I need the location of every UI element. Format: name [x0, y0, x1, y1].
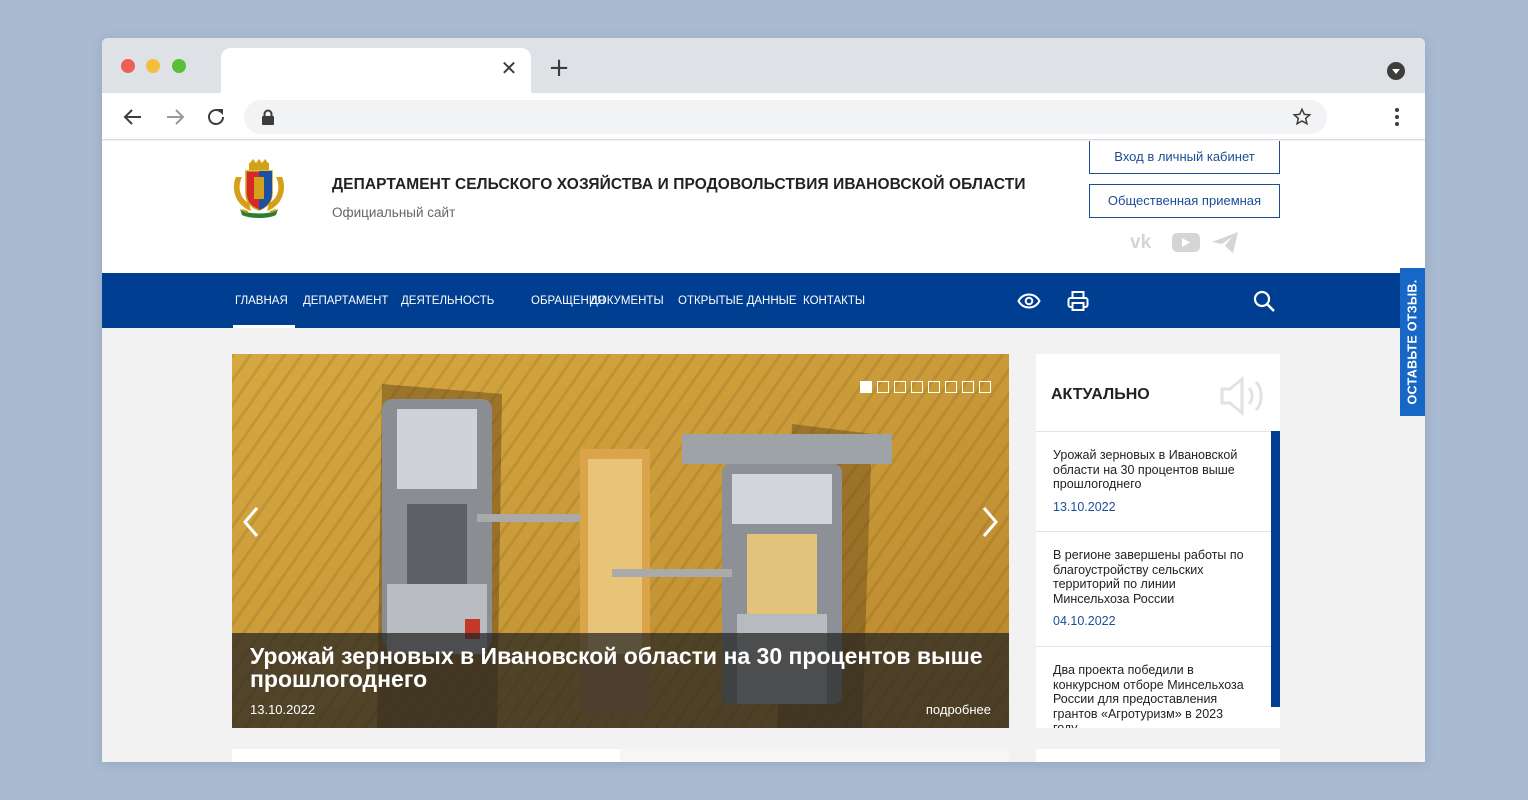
news-title[interactable]: Два проекта победили в конкурсном отборе…: [1053, 663, 1250, 728]
back-arrow-icon[interactable]: [121, 105, 145, 129]
list-item[interactable]: В регионе завершены работы по благоустро…: [1036, 531, 1280, 646]
list-item[interactable]: Два проекта победили в конкурсном отборе…: [1036, 646, 1280, 728]
reload-icon[interactable]: [204, 105, 228, 129]
slider-pager-dot[interactable]: [979, 381, 991, 393]
slider-pager-dot[interactable]: [911, 381, 923, 393]
news-slider[interactable]: Урожай зерновых в Ивановской области на …: [232, 354, 1009, 728]
slider-pager-dot[interactable]: [962, 381, 974, 393]
topical-news-panel: АКТУАЛЬНО Урожай зерновых в Ивановской о…: [1036, 354, 1280, 728]
news-date: 13.10.2022: [1053, 499, 1116, 514]
bookmark-star-icon[interactable]: [1292, 107, 1312, 127]
tab-strip: ✕ +: [102, 38, 1425, 93]
new-tab-button[interactable]: +: [548, 55, 570, 81]
social-links: vk: [1130, 232, 1238, 253]
site-subtitle: Официальный сайт: [332, 205, 456, 220]
site-title: ДЕПАРТАМЕНТ СЕЛЬСКОГО ХОЗЯЙСТВА И ПРОДОВ…: [332, 176, 1026, 193]
nav-item-activity[interactable]: ДЕЯТЕЛЬНОСТЬ: [401, 273, 494, 328]
news-date: 04.10.2022: [1053, 614, 1116, 628]
profile-chevron-icon[interactable]: [1387, 62, 1405, 80]
topical-news-heading: АКТУАЛЬНО: [1051, 386, 1150, 403]
slider-pager-dot[interactable]: [877, 381, 889, 393]
browser-window: ✕ + ДЕПАРТАМЕНТ СЕЛЬСКОГО ХОЗЯЙСТВА И ПР…: [102, 38, 1425, 762]
search-icon[interactable]: [1252, 289, 1276, 313]
web-page: ДЕПАРТАМЕНТ СЕЛЬСКОГО ХОЗЯЙСТВА И ПРОДОВ…: [102, 141, 1425, 762]
accessibility-eye-icon[interactable]: [1017, 289, 1041, 313]
slider-pager-dot[interactable]: [894, 381, 906, 393]
slider-more-link[interactable]: подробнее: [926, 702, 991, 717]
coat-of-arms-icon[interactable]: [232, 159, 286, 219]
vk-icon[interactable]: vk: [1130, 232, 1152, 253]
slider-pager-dot[interactable]: [945, 381, 957, 393]
window-minimize-button[interactable]: [146, 59, 160, 73]
browser-tab-active[interactable]: [221, 48, 531, 93]
content-card: [232, 749, 620, 762]
nav-item-contacts[interactable]: КОНТАКТЫ: [803, 273, 865, 328]
nav-item-open-data[interactable]: ОТКРЫТЫЕ ДАННЫЕ: [678, 273, 797, 328]
forward-arrow-icon[interactable]: [163, 105, 187, 129]
slider-pager-dot[interactable]: [928, 381, 940, 393]
address-bar[interactable]: [244, 100, 1327, 134]
feedback-tab-label: ОСТАВЬТЕ ОТЗЫВ.: [1405, 279, 1420, 405]
window-close-button[interactable]: [121, 59, 135, 73]
print-icon[interactable]: [1066, 289, 1090, 313]
content-card: [620, 749, 1009, 762]
nav-item-department[interactable]: ДЕПАРТАМЕНТ: [303, 273, 388, 328]
content-card: [1036, 749, 1280, 762]
slider-caption-date: 13.10.2022: [250, 702, 316, 717]
window-maximize-button[interactable]: [172, 59, 186, 73]
nav-item-documents[interactable]: ДОКУМЕНТЫ: [590, 273, 664, 328]
youtube-icon[interactable]: [1172, 233, 1200, 252]
kebab-menu-icon[interactable]: [1385, 105, 1409, 129]
public-reception-button[interactable]: Общественная приемная: [1089, 184, 1280, 218]
svg-text:vk: vk: [1130, 232, 1152, 253]
slider-caption: Урожай зерновых в Ивановской области на …: [232, 633, 1009, 728]
topical-news-list: Урожай зерновых в Ивановской области на …: [1036, 431, 1280, 728]
telegram-icon[interactable]: [1212, 232, 1238, 253]
news-title[interactable]: В регионе завершены работы по благоустро…: [1053, 548, 1250, 606]
speaker-icon: [1220, 375, 1263, 417]
site-header: ДЕПАРТАМЕНТ СЕЛЬСКОГО ХОЗЯЙСТВА И ПРОДОВ…: [102, 141, 1425, 273]
slider-pager-dot[interactable]: [860, 381, 872, 393]
news-scrollbar[interactable]: [1271, 431, 1280, 707]
browser-toolbar: [102, 93, 1425, 140]
tab-close-icon[interactable]: ✕: [500, 58, 518, 78]
news-title[interactable]: Урожай зерновых в Ивановской области на …: [1053, 448, 1250, 492]
slider-caption-title[interactable]: Урожай зерновых в Ивановской области на …: [250, 645, 990, 691]
main-navigation: ГЛАВНАЯ ДЕПАРТАМЕНТ ДЕЯТЕЛЬНОСТЬ ОБРАЩЕН…: [102, 273, 1425, 328]
nav-item-main[interactable]: ГЛАВНАЯ: [233, 273, 295, 328]
slider-next-arrow-icon[interactable]: [978, 504, 1002, 540]
personal-account-login-button[interactable]: Вход в личный кабинет: [1089, 141, 1280, 174]
lock-icon: [262, 109, 274, 125]
slider-prev-arrow-icon[interactable]: [239, 504, 263, 540]
list-item[interactable]: Урожай зерновых в Ивановской области на …: [1036, 431, 1280, 531]
slider-pager: [860, 381, 991, 393]
feedback-tab-label-wrap: ОСТАВЬТЕ ОТЗЫВ.: [1400, 268, 1425, 416]
